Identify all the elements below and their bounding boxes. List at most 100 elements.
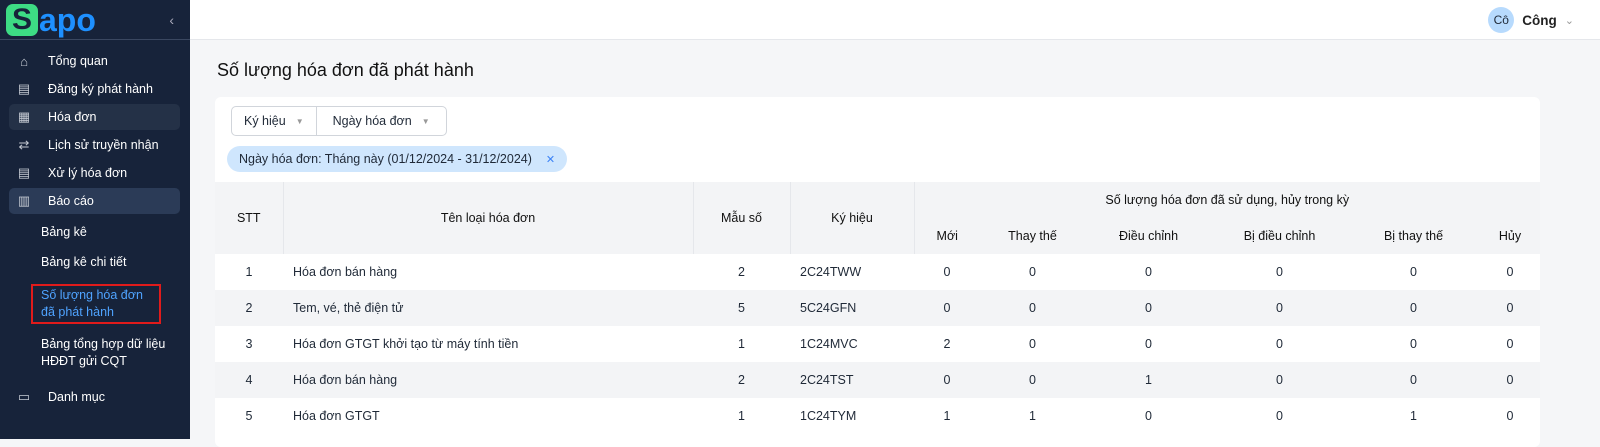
- table-row: 2 Tem, vé, thẻ điện tử 5 5C24GFN 0 0 0 0 0 0: [215, 290, 1540, 326]
- table-cell: 2: [215, 290, 283, 326]
- table-cell: 0: [1347, 362, 1480, 398]
- sidebar-item-reports[interactable]: ▥ Báo cáo: [9, 188, 180, 214]
- table-cell: 0: [1145, 409, 1152, 423]
- collapse-sidebar-icon[interactable]: ‹: [169, 12, 174, 28]
- process-icon: ▤: [17, 165, 31, 180]
- table-row: 5 Hóa đơn GTGT 1 1C24TYM 1 1 0 0 1 0: [215, 398, 1540, 434]
- topbar: Cô Công ⌄: [190, 0, 1600, 40]
- table-cell: 2C24TWW: [800, 265, 862, 279]
- table-cell: 0: [1212, 290, 1347, 326]
- table-cell: Hóa đơn GTGT khởi tạo từ máy tính tiền: [293, 337, 519, 351]
- table-cell: 0: [943, 265, 951, 279]
- table-row: 4 Hóa đơn bán hàng 2 2C24TST 0 0 1 0 0 0: [215, 362, 1540, 398]
- table-cell: 2: [738, 265, 745, 279]
- table-cell: 4: [215, 362, 283, 398]
- table-cell: Hóa đơn GTGT: [293, 409, 380, 423]
- table-cell: Hóa đơn bán hàng: [283, 362, 693, 398]
- table-cell: 1: [738, 409, 745, 423]
- filter-symbol[interactable]: Ký hiệu ▼: [232, 107, 316, 135]
- table-cell: 0: [1085, 290, 1212, 326]
- table-cell: 0: [1145, 265, 1152, 279]
- col-sub: Thay thế: [980, 218, 1085, 254]
- close-icon[interactable]: ✕: [546, 153, 555, 166]
- table-row: 1 Hóa đơn bán hàng 2 2C24TWW 0 0 0 0 0 0: [215, 254, 1540, 290]
- avatar: Cô: [1488, 7, 1515, 33]
- sidebar-sub-statement[interactable]: Bảng kê: [0, 224, 190, 241]
- sidebar-item-label: Danh mục: [48, 390, 105, 404]
- table-cell: 1: [245, 265, 253, 279]
- report-card: Ký hiệu ▼ Ngày hóa đơn ▼ Ngày hóa đơn: Thá…: [215, 97, 1540, 447]
- sidebar-item-overview[interactable]: ⌂ Tổng quan: [9, 48, 180, 74]
- table-cell: 0: [1506, 409, 1514, 423]
- sidebar-sub-summary[interactable]: Bảng tổng hợp dữ liệu HĐĐT gửi CQT: [0, 336, 170, 370]
- sidebar-item-catalog[interactable]: ▭ Danh mục: [9, 384, 180, 410]
- table-cell: 0: [1410, 265, 1417, 279]
- caret-down-icon: ▼: [421, 116, 430, 126]
- sidebar-item-history[interactable]: ⇄ Lịch sử truyền nhận: [9, 132, 180, 158]
- sidebar-item-process[interactable]: ▤ Xử lý hóa đơn: [9, 160, 180, 186]
- table-cell: 2: [693, 362, 790, 398]
- page-title: Số lượng hóa đơn đã phát hành: [217, 60, 474, 80]
- col-sub: Hủy: [1480, 218, 1540, 254]
- sidebar-item-register[interactable]: ▤ Đăng ký phát hành: [9, 76, 180, 102]
- logo[interactable]: Sapo ‹: [0, 0, 190, 40]
- table-cell: 0: [1506, 265, 1514, 279]
- document-icon: ▦: [17, 109, 31, 124]
- filter-group: Ký hiệu ▼ Ngày hóa đơn ▼: [231, 106, 447, 136]
- sidebar-item-label: Báo cáo: [48, 194, 94, 208]
- sidebar-sub-issued-count[interactable]: Số lượng hóa đơn đã phát hành: [31, 284, 161, 324]
- sidebar-item-label: Xử lý hóa đơn: [48, 166, 128, 180]
- col-sub: Bị điều chỉnh: [1212, 218, 1347, 254]
- filter-invoice-date[interactable]: Ngày hóa đơn ▼: [315, 107, 446, 135]
- table-cell: 0: [1029, 265, 1036, 279]
- col-group: Số lượng hóa đơn đã sử dụng, hủy trong k…: [913, 182, 1540, 218]
- col-sub: Bị thay thế: [1347, 218, 1480, 254]
- user-menu[interactable]: Cô Công ⌄: [1488, 7, 1574, 33]
- sidebar-item-label: Đăng ký phát hành: [48, 82, 153, 96]
- table-cell: 5: [245, 409, 253, 423]
- table-cell: 0: [1480, 290, 1540, 326]
- sidebar-sub-detail[interactable]: Bảng kê chi tiết: [0, 254, 190, 271]
- table-row: 3 Hóa đơn GTGT khởi tạo từ máy tính tiền 1…: [215, 326, 1540, 362]
- table-cell: 0: [1347, 290, 1480, 326]
- table-cell: 5C24GFN: [790, 290, 914, 326]
- report-table: STT Tên loại hóa đơn Mẫu số Ký hiệu Số l…: [215, 182, 1540, 434]
- table-cell: Hóa đơn bán hàng: [293, 265, 398, 279]
- table-cell: 3: [245, 337, 253, 351]
- sidebar-item-label: Hóa đơn: [48, 110, 97, 124]
- col-name: Tên loại hóa đơn: [282, 182, 693, 254]
- table-cell: 0: [980, 290, 1085, 326]
- table-cell: 1: [738, 337, 745, 351]
- folder-icon: ▭: [17, 389, 31, 404]
- table-cell: 2: [943, 337, 951, 351]
- table-cell: 0: [1506, 337, 1514, 351]
- filter-label: Ký hiệu: [244, 114, 286, 128]
- filter-label: Ngày hóa đơn: [332, 114, 412, 128]
- table-cell: Tem, vé, thẻ điện tử: [283, 290, 693, 326]
- user-name: Công: [1522, 12, 1557, 28]
- sidebar: Sapo ‹ ⌂ Tổng quan ▤ Đăng ký phát hành ▦ Hó…: [0, 0, 190, 439]
- table-cell: 0: [1276, 265, 1283, 279]
- col-symbol: Ký hiệu: [789, 182, 914, 254]
- table-cell: 0: [1480, 362, 1540, 398]
- register-icon: ▤: [17, 81, 31, 96]
- transfer-icon: ⇄: [18, 137, 30, 152]
- active-filter-chip: Ngày hóa đơn: Tháng này (01/12/2024 - 31…: [227, 146, 568, 172]
- table-cell: 0: [1212, 362, 1347, 398]
- chevron-down-icon: ⌄: [1564, 14, 1574, 27]
- table-cell: 1: [1410, 409, 1417, 423]
- sidebar-item-invoice[interactable]: ▦ Hóa đơn: [9, 104, 180, 130]
- logo-text: apo: [39, 1, 96, 38]
- table-cell: 1: [1085, 362, 1212, 398]
- table-cell: 0: [1145, 337, 1152, 351]
- table-cell: 0: [914, 290, 980, 326]
- col-stt: STT: [215, 182, 283, 254]
- col-template: Mẫu số: [692, 182, 790, 254]
- logo-s: S: [6, 3, 38, 36]
- table-cell: 5: [693, 290, 790, 326]
- table-cell: 0: [914, 362, 980, 398]
- col-sub: Mới: [913, 218, 980, 254]
- table-cell: 2C24TST: [790, 362, 914, 398]
- home-icon: ⌂: [20, 53, 28, 69]
- chart-icon: ▥: [17, 193, 31, 208]
